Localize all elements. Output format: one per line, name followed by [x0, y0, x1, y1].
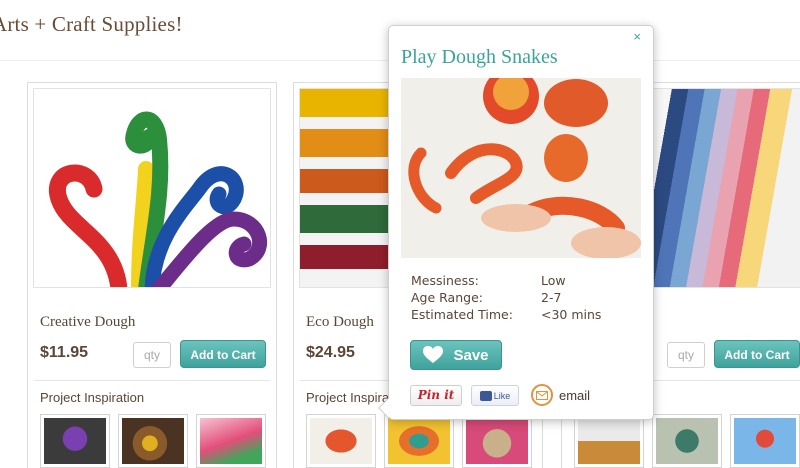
- inspiration-thumbnail[interactable]: [652, 414, 722, 468]
- project-specs: Messiness: Low Age Range: 2-7 Estimated …: [411, 273, 601, 324]
- spec-value: Low: [541, 273, 566, 288]
- quantity-input[interactable]: qty: [133, 342, 171, 368]
- product-price: $11.95: [40, 344, 89, 361]
- email-icon[interactable]: [531, 384, 553, 406]
- page-title: Arts + Craft Supplies!: [0, 12, 183, 36]
- spec-value: <30 mins: [541, 307, 602, 322]
- add-to-cart-button[interactable]: Add to Cart: [714, 340, 800, 368]
- product-image-creative-dough[interactable]: [33, 88, 271, 288]
- close-icon[interactable]: ×: [633, 29, 641, 44]
- spec-label: Age Range:: [411, 290, 483, 305]
- add-to-cart-button[interactable]: Add to Cart: [180, 340, 266, 368]
- project-inspiration-label: Project Inspiration: [40, 390, 145, 405]
- inspiration-thumbnail[interactable]: [462, 414, 532, 468]
- email-link[interactable]: email: [559, 388, 590, 403]
- spec-label: Messiness:: [411, 273, 479, 288]
- inspiration-thumbnail[interactable]: [384, 414, 454, 468]
- project-popup: × Play Dough Snakes Messiness: Low Age R…: [378, 25, 654, 420]
- spec-row-age-range: Age Range: 2-7: [411, 290, 601, 307]
- inspiration-thumbnail[interactable]: [306, 414, 376, 468]
- spec-row-messiness: Messiness: Low: [411, 273, 601, 290]
- popup-title: Play Dough Snakes: [401, 46, 558, 68]
- pin-it-button[interactable]: Pin it: [410, 385, 462, 406]
- product-name[interactable]: Creative Dough: [40, 314, 135, 331]
- save-label: Save: [453, 346, 489, 364]
- facebook-like-button[interactable]: Like: [471, 385, 519, 406]
- inspiration-thumbnail[interactable]: [730, 414, 800, 468]
- spec-value: 2-7: [541, 290, 562, 305]
- spec-row-estimated-time: Estimated Time: <30 mins: [411, 307, 601, 324]
- product-card-creative-dough: Creative Dough $11.95 qty Add to Cart Pr…: [27, 82, 277, 468]
- like-label: Like: [493, 390, 511, 401]
- inspiration-thumbnail[interactable]: [574, 414, 644, 468]
- thumbs-up-icon: [479, 390, 492, 401]
- inspiration-thumbnail[interactable]: [196, 414, 266, 468]
- card-divider: [34, 380, 270, 381]
- project-image: [401, 78, 641, 258]
- inspiration-thumbnail[interactable]: [118, 414, 188, 468]
- product-name[interactable]: Eco Dough: [306, 314, 374, 331]
- inspiration-thumbnail[interactable]: [40, 414, 110, 468]
- spec-label: Estimated Time:: [411, 307, 513, 322]
- save-button[interactable]: Save: [410, 340, 502, 370]
- quantity-input[interactable]: qty: [667, 342, 705, 368]
- product-price: $24.95: [306, 344, 355, 361]
- heart-icon: [423, 346, 444, 363]
